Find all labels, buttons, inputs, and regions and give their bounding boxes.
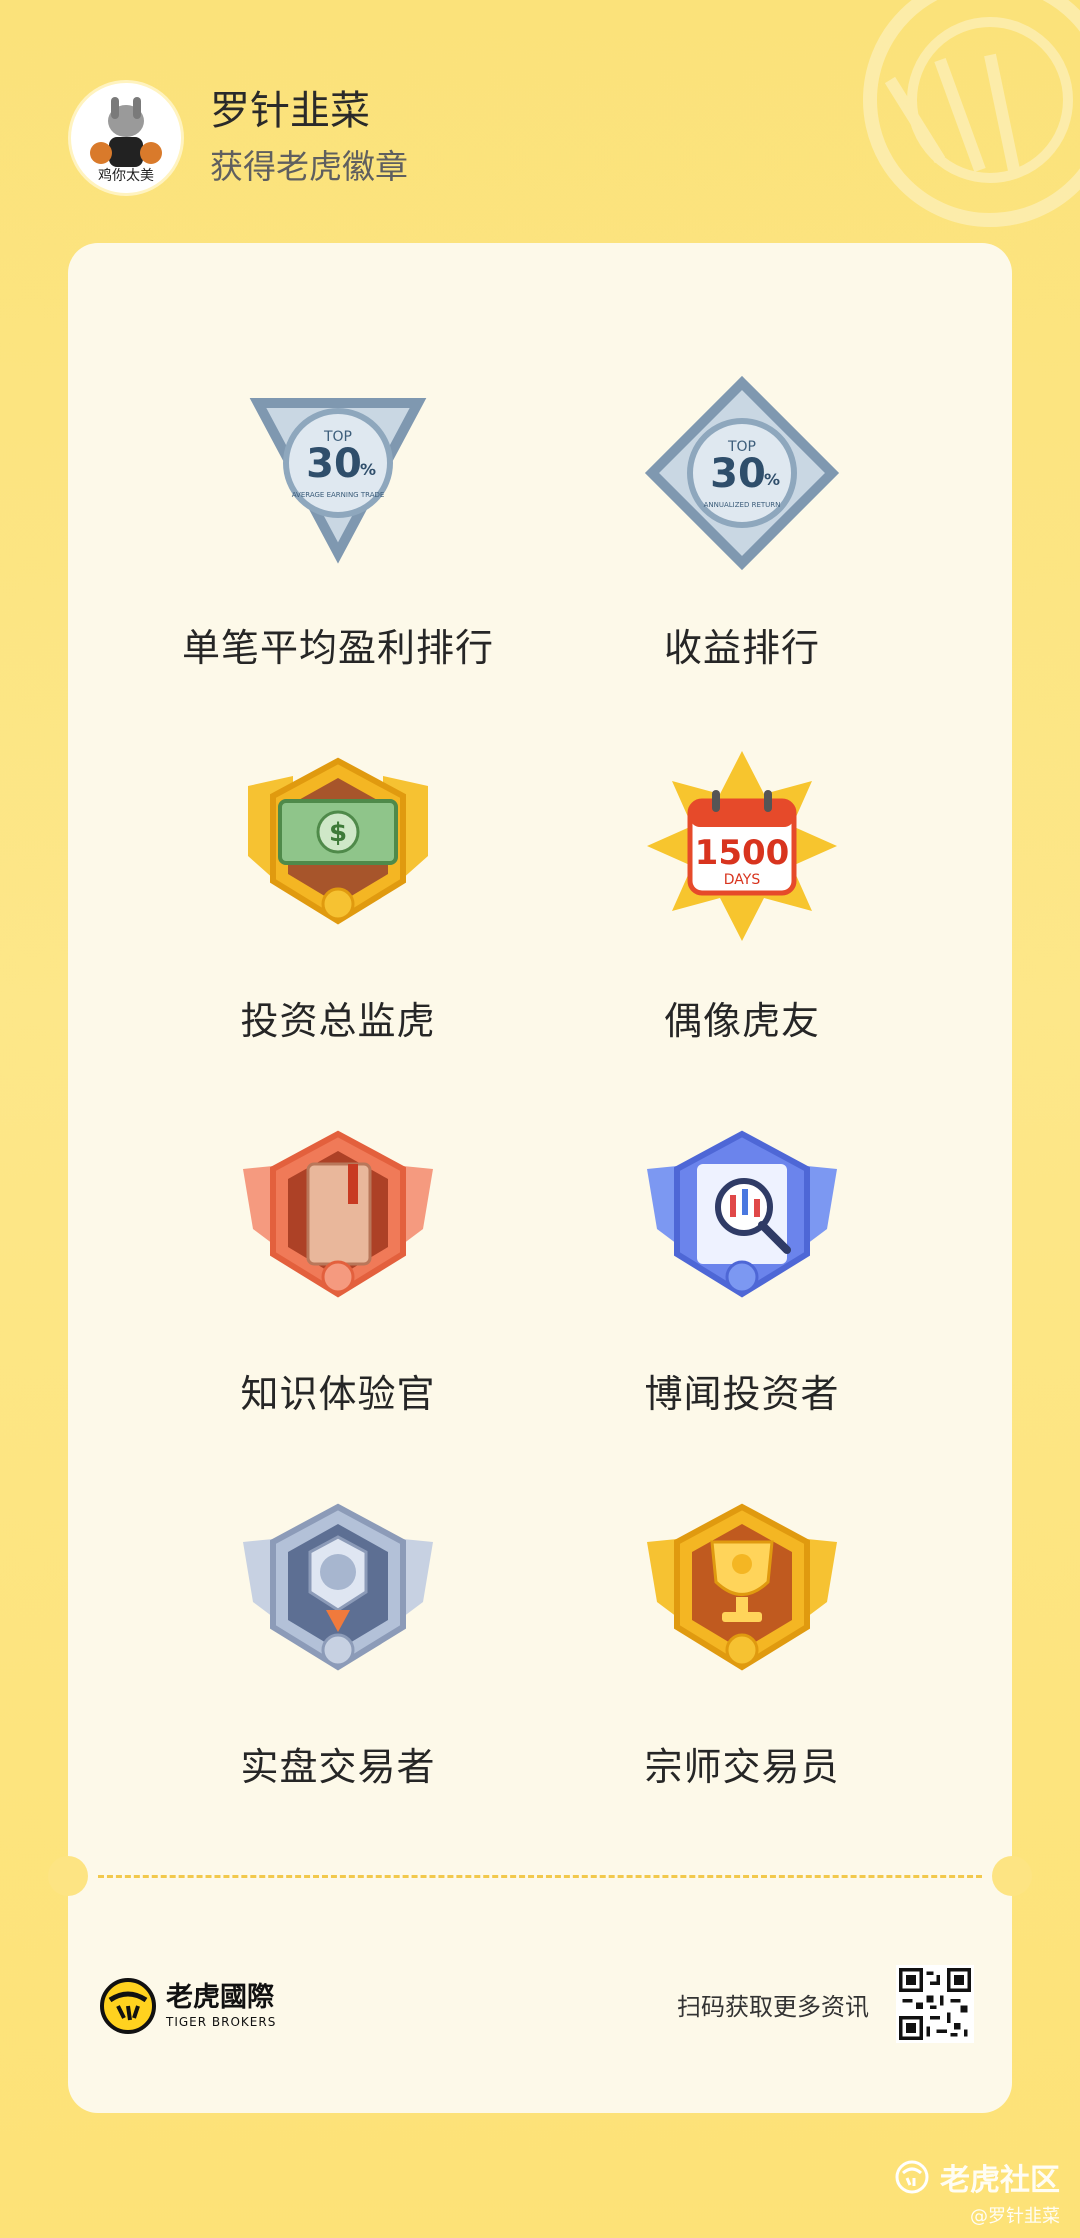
svg-text:1500: 1500 [695, 833, 790, 873]
username: 罗针韭菜 [210, 88, 370, 134]
orange-book-badge-icon [243, 1130, 433, 1298]
community-watermark: 老虎社区 [894, 2155, 1060, 2199]
gold-trophy-badge-icon [647, 1503, 837, 1671]
badge-item[interactable]: TOP 30 % AVERAGE EARNING TRADE 单笔平均盈利排行 [138, 373, 538, 672]
ticket-notch-left [48, 1856, 88, 1896]
tiger-logo-icon [100, 1978, 156, 2034]
badge-card: TOP 30 % AVERAGE EARNING TRADE 单笔平均盈利排行 … [48, 243, 1032, 2113]
badge-label: 收益排行 [663, 626, 820, 670]
tiger-community-icon [895, 2160, 929, 2194]
profile-header: 鸡你太美 罗针韭菜 获得老虎徽章 [68, 80, 408, 196]
badge-item[interactable]: 知识体验官 [138, 1119, 538, 1418]
silver-triangle-top30-icon: TOP 30 % AVERAGE EARNING TRADE [249, 398, 427, 564]
subtitle: 获得老虎徽章 [210, 147, 408, 186]
badge-label: 宗师交易员 [644, 1745, 840, 1789]
badge-item[interactable]: TOP 30 % ANNUALIZED RETURN 收益排行 [542, 373, 942, 672]
gold-money-badge-icon: $ [248, 757, 428, 925]
svg-text:%: % [764, 470, 780, 489]
badge-label: 投资总监虎 [240, 999, 436, 1043]
svg-text:DAYS: DAYS [724, 872, 761, 888]
svg-text:30: 30 [306, 441, 362, 487]
badge-label: 偶像虎友 [663, 999, 820, 1043]
scan-prompt: 扫码获取更多资讯 [677, 1993, 869, 2021]
tiger-stripe-decoration [863, 0, 1080, 227]
watermark-handle: @罗针韭菜 [970, 2206, 1060, 2227]
avatar-caption: 鸡你太美 [98, 168, 154, 184]
badge-item[interactable]: 实盘交易者 [138, 1492, 538, 1791]
brand-name-en: TIGER BROKERS [166, 2015, 277, 2029]
blue-chart-magnifier-badge-icon [647, 1130, 837, 1298]
badge-label: 单笔平均盈利排行 [181, 626, 494, 670]
avatar[interactable]: 鸡你太美 [68, 80, 184, 196]
qr-code-icon[interactable] [896, 1965, 974, 2043]
svg-text:ANNUALIZED RETURN: ANNUALIZED RETURN [704, 501, 781, 509]
brand-name-cn: 老虎國際 [166, 1982, 274, 2013]
badge-item[interactable]: 1500 DAYS 偶像虎友 [542, 746, 942, 1045]
calendar-1500-days-badge-icon: 1500 DAYS [647, 751, 837, 941]
svg-text:30: 30 [710, 451, 766, 497]
svg-text:%: % [360, 460, 376, 479]
silver-diamond-top30-icon: TOP 30 % ANNUALIZED RETURN [644, 375, 840, 571]
svg-text:AVERAGE EARNING TRADE: AVERAGE EARNING TRADE [292, 491, 385, 499]
watermark-text: 老虎社区 [940, 2163, 1060, 2198]
badge-label: 博闻投资者 [644, 1372, 840, 1416]
badge-item[interactable]: 博闻投资者 [542, 1119, 942, 1418]
svg-text:$: $ [329, 818, 347, 848]
badge-label: 知识体验官 [240, 1372, 436, 1416]
badge-item[interactable]: $ 投资总监虎 [138, 746, 538, 1045]
ticket-notch-right [992, 1856, 1032, 1896]
brand-logo[interactable]: 老虎國際 TIGER BROKERS [100, 1978, 276, 2034]
dashed-divider [98, 1875, 982, 1878]
badge-item[interactable]: 宗师交易员 [542, 1492, 942, 1791]
silver-medal-badge-icon [243, 1503, 433, 1671]
badge-label: 实盘交易者 [240, 1745, 436, 1789]
